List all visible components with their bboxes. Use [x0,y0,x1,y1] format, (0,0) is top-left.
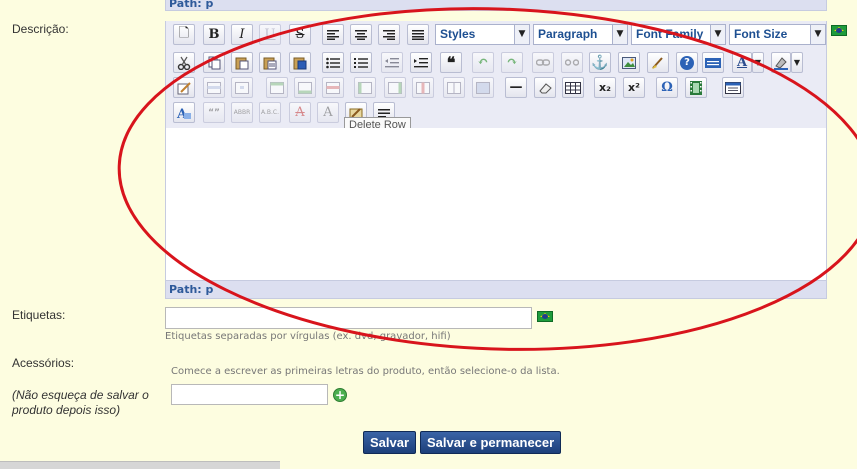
remove-format-icon[interactable] [534,77,556,98]
save-and-stay-button[interactable]: Salvar e permanecer [420,431,562,454]
tags-label: Etiquetas: [12,308,66,322]
brazil-flag-icon[interactable] [537,311,553,322]
edit-css-icon[interactable] [173,77,195,98]
save-button[interactable]: Salvar [363,431,417,454]
image-icon[interactable] [618,52,640,73]
redo-icon[interactable]: ↷ [501,52,523,73]
insert-col-before-icon[interactable] [354,77,376,98]
strikethrough-button[interactable]: S [289,24,311,45]
chevron-down-icon: ▼ [612,25,627,44]
link-icon[interactable] [532,52,554,73]
brazil-flag-icon[interactable] [831,25,847,36]
chevron-down-icon[interactable]: ▼ [752,52,764,73]
merge-cells-icon[interactable] [472,77,494,98]
horizontal-rule-icon[interactable]: — [505,77,527,98]
delete-col-icon[interactable] [412,77,434,98]
paragraph-select-label: Paragraph [538,27,598,41]
editor-content[interactable] [165,128,827,280]
path-text: Path: p [169,0,214,10]
italic-button[interactable]: I [231,24,253,45]
font-family-select[interactable]: Font Family ▼ [631,24,726,45]
styles-select[interactable]: Styles ▼ [435,24,530,45]
delete-text-icon[interactable]: A [289,102,311,123]
styles-select-label: Styles [440,27,476,41]
editor-path-bottom: Path: p [165,280,827,299]
media-icon[interactable] [685,77,707,98]
unlink-icon[interactable] [561,52,583,73]
cleanup-icon[interactable] [647,52,669,73]
table-row-props-icon[interactable] [203,77,225,98]
chevron-down-icon[interactable]: ▼ [791,52,803,73]
accessories-input[interactable] [171,384,328,405]
editor-toolbar: 🗋 B I U S Styles ▼ Paragraph ▼ Font Fami… [165,21,827,133]
editor-path-top: Path: p [165,0,827,11]
styleprops-icon[interactable]: A [173,102,195,123]
indent-icon[interactable] [410,52,432,73]
font-size-select-label: Font Size [734,27,788,41]
paste-text-icon[interactable] [259,52,281,73]
anchor-icon[interactable]: ⚓ [589,52,611,73]
background-color-icon[interactable] [771,52,791,73]
chevron-down-icon: ▼ [810,25,825,44]
cite-icon[interactable]: “” [203,102,225,123]
align-left-icon[interactable] [322,24,344,45]
acronym-icon[interactable]: A.B.C. [259,102,281,123]
tags-hint: Etiquetas separadas por vírgulas (ex. dv… [165,331,451,342]
chevron-down-icon: ▼ [710,25,725,44]
undo-icon[interactable]: ↶ [472,52,494,73]
path-text: Path: p [169,283,214,296]
paragraph-select[interactable]: Paragraph ▼ [533,24,628,45]
description-label: Descrição: [12,22,69,36]
blockquote-icon[interactable]: ❝ [440,52,462,73]
numbered-list-icon[interactable] [350,52,372,73]
superscript-icon[interactable]: x² [623,77,645,98]
insert-row-after-icon[interactable] [294,77,316,98]
chevron-down-icon: ▼ [514,25,529,44]
copy-icon[interactable] [203,52,225,73]
bold-button[interactable]: B [203,24,225,45]
preview-window-icon[interactable] [722,77,744,98]
tags-input[interactable] [165,307,532,329]
paste-word-icon[interactable] [289,52,311,73]
paste-icon[interactable] [231,52,253,73]
delete-row-icon[interactable] [322,77,344,98]
new-document-icon[interactable]: 🗋 [173,24,195,45]
accessories-label: Acessórios: [12,356,75,370]
table-icon[interactable] [562,77,584,98]
insert-text-icon[interactable]: A [317,102,339,123]
align-justify-icon[interactable] [407,24,429,45]
accessories-note: (Não esqueça de salvar o produto depois … [12,388,149,417]
align-right-icon[interactable] [378,24,400,45]
font-family-select-label: Font Family [636,27,704,41]
insert-row-before-icon[interactable] [266,77,288,98]
add-accessory-icon[interactable]: + [333,388,347,402]
font-size-select[interactable]: Font Size ▼ [729,24,826,45]
outdent-icon[interactable] [381,52,403,73]
font-color-icon[interactable]: A [732,52,752,73]
table-cell-props-icon[interactable] [231,77,253,98]
html-source-icon[interactable] [702,52,724,73]
align-center-icon[interactable] [350,24,372,45]
insert-col-after-icon[interactable] [384,77,406,98]
cut-icon[interactable] [173,52,195,73]
abbr-icon[interactable]: ABBR [231,102,253,123]
footer-scrollbar [0,461,280,469]
underline-button[interactable]: U [259,24,281,45]
help-icon[interactable]: ? [676,52,698,73]
bullet-list-icon[interactable] [322,52,344,73]
split-cells-icon[interactable] [443,77,465,98]
help-glyph: ? [680,55,694,70]
subscript-icon[interactable]: x₂ [594,77,616,98]
accessories-hint: Comece a escrever as primeiras letras do… [171,366,560,377]
special-char-icon[interactable]: Ω [656,77,678,98]
